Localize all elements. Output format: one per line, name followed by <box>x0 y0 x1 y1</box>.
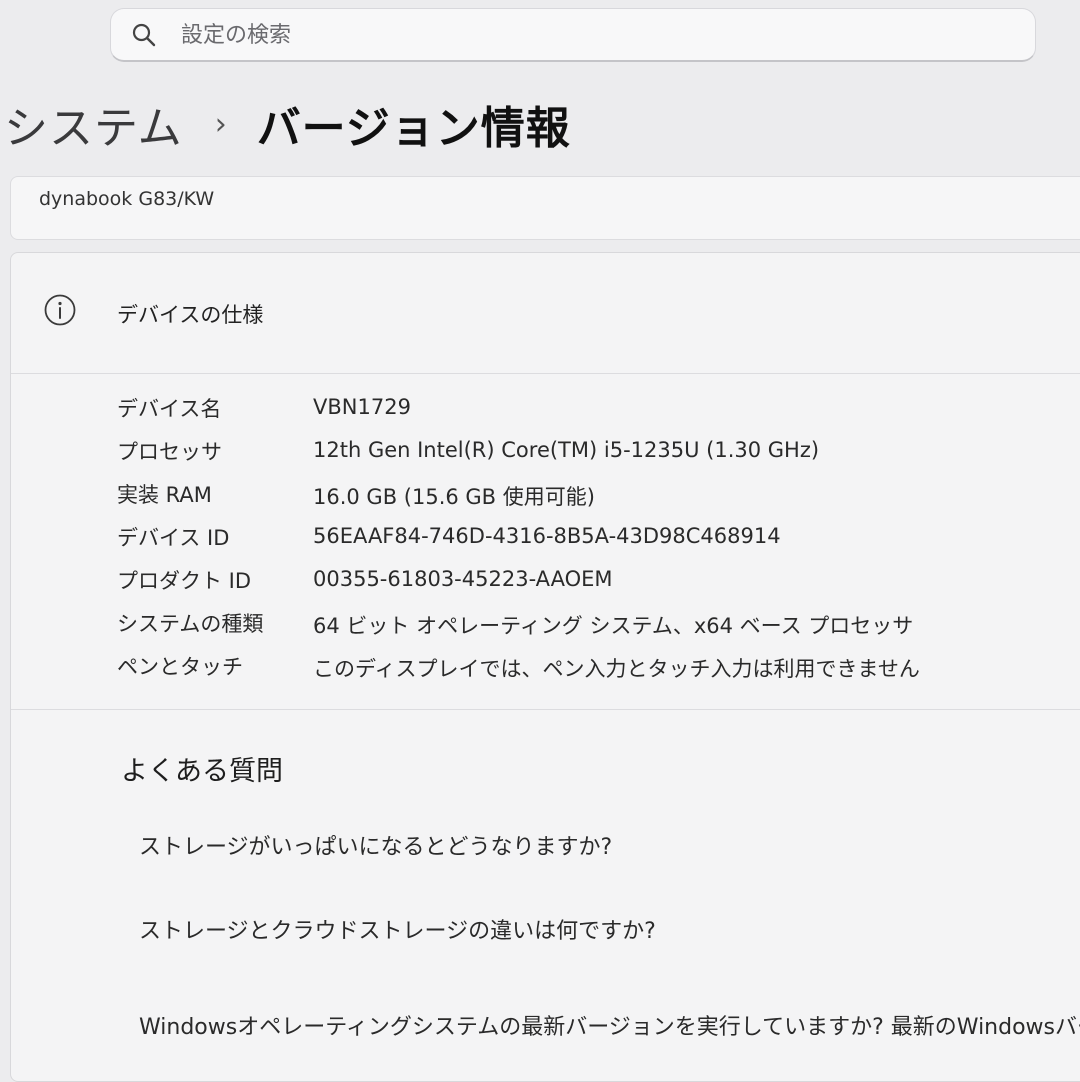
breadcrumb-parent-system[interactable]: システム <box>4 92 183 156</box>
spec-label: デバイス名 <box>117 397 222 421</box>
device-specs-card: デバイスの仕様 デバイス名 VBN1729 プロセッサ 12th Gen Int… <box>10 252 1080 1082</box>
divider <box>11 709 1080 710</box>
spec-value: 16.0 GB (15.6 GB 使用可能) <box>313 485 595 509</box>
faq-item-storage-vs-cloud[interactable]: ストレージとクラウドストレージの違いは何ですか? <box>139 913 656 945</box>
page-title: バージョン情報 <box>256 103 571 154</box>
breadcrumb: システム › バージョン情報 <box>4 92 571 156</box>
chevron-right-icon: › <box>214 106 227 142</box>
spec-label: システムの種類 <box>117 612 264 636</box>
spec-value: このディスプレイでは、ペン入力とタッチ入力は利用できません <box>313 657 920 681</box>
search-icon <box>132 23 156 47</box>
spec-value: 64 ビット オペレーティング システム、x64 ベース プロセッサ <box>313 614 914 638</box>
spec-value: 56EAAF84-746D-4316-8B5A-43D98C468914 <box>313 524 781 548</box>
spec-label: デバイス ID <box>117 526 230 550</box>
search-input[interactable] <box>181 17 1001 53</box>
spec-label: プロダクト ID <box>117 569 252 593</box>
spec-label: ペンとタッチ <box>117 655 243 679</box>
device-model-card: dynabook G83/KW <box>10 176 1080 240</box>
device-specs-header[interactable]: デバイスの仕様 <box>11 253 1080 374</box>
spec-label: プロセッサ <box>117 440 222 464</box>
spec-value: 00355-61803-45223-AAOEM <box>313 567 613 591</box>
faq-title: よくある質問 <box>121 756 283 787</box>
info-icon <box>44 294 76 326</box>
spec-label: 実装 RAM <box>117 483 212 507</box>
spec-value: 12th Gen Intel(R) Core(TM) i5-1235U (1.3… <box>313 438 820 462</box>
spec-value: VBN1729 <box>313 395 411 419</box>
faq-item-latest-windows[interactable]: Windowsオペレーティングシステムの最新バージョンを実行していますか? 最新… <box>139 1009 1080 1041</box>
faq-item-storage-full[interactable]: ストレージがいっぱいになるとどうなりますか? <box>139 829 612 861</box>
device-model-name: dynabook G83/KW <box>39 188 215 210</box>
device-specs-title: デバイスの仕様 <box>117 303 264 327</box>
search-box[interactable] <box>110 8 1036 62</box>
